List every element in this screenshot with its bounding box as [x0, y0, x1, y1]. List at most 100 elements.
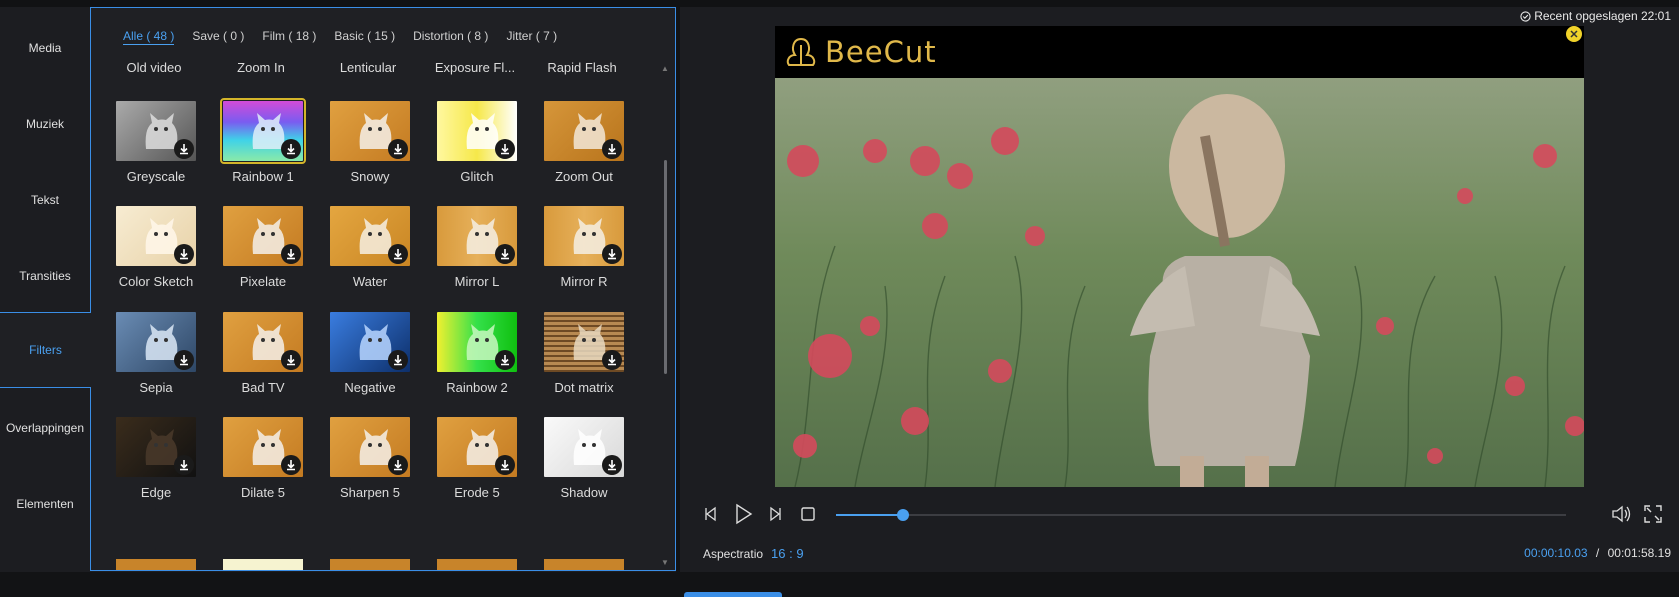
tab-distortion[interactable]: Distortion ( 8 ): [413, 29, 488, 45]
download-icon[interactable]: [495, 455, 515, 475]
sidebar-item-elementen[interactable]: Elementen: [0, 466, 90, 542]
fullscreen-icon[interactable]: [1642, 503, 1664, 525]
download-icon[interactable]: [388, 244, 408, 264]
filter-thumbnail[interactable]: [544, 206, 624, 266]
sidebar-item-label: Tekst: [30, 193, 59, 207]
bottom-accent-button[interactable]: [684, 592, 782, 597]
filter-thumb-partial[interactable]: [437, 559, 517, 570]
filter-label[interactable]: Greyscale: [96, 169, 216, 184]
filter-label[interactable]: Bad TV: [203, 380, 323, 395]
filter-label-lenticular[interactable]: Lenticular: [308, 60, 428, 75]
download-icon[interactable]: [281, 139, 301, 159]
tab-film[interactable]: Film ( 18 ): [262, 29, 316, 45]
filter-thumbnail[interactable]: [544, 312, 624, 372]
filter-label-rapid-flash[interactable]: Rapid Flash: [522, 60, 642, 75]
filter-thumbnail[interactable]: [220, 98, 306, 164]
download-icon[interactable]: [388, 139, 408, 159]
download-icon[interactable]: [281, 455, 301, 475]
sidebar-item-transities[interactable]: Transities: [0, 238, 90, 314]
filter-label-zoom-in[interactable]: Zoom In: [201, 60, 321, 75]
filter-label[interactable]: Water: [310, 274, 430, 289]
filter-thumbnail[interactable]: [544, 417, 624, 477]
filter-label[interactable]: Erode 5: [417, 485, 537, 500]
progress-handle[interactable]: [897, 509, 910, 521]
video-preview[interactable]: BeeCut ✕: [775, 26, 1584, 487]
filter-label[interactable]: Edge: [96, 485, 216, 500]
filter-label[interactable]: Glitch: [417, 169, 537, 184]
play-icon[interactable]: [732, 503, 754, 525]
filter-thumbnail[interactable]: [437, 312, 517, 372]
filter-thumbnail[interactable]: [116, 206, 196, 266]
download-icon[interactable]: [602, 350, 622, 370]
download-icon[interactable]: [602, 455, 622, 475]
filter-thumbnail[interactable]: [544, 101, 624, 161]
tab-alle[interactable]: Alle ( 48 ): [123, 29, 175, 45]
tab-save[interactable]: Save ( 0 ): [192, 29, 244, 45]
filter-thumbnail[interactable]: [330, 312, 410, 372]
time-display: 00:00:10.03 / 00:01:58.19: [1524, 546, 1671, 560]
filter-thumbnail[interactable]: [116, 312, 196, 372]
filter-thumb-partial[interactable]: [116, 559, 196, 570]
filter-label[interactable]: Dot matrix: [524, 380, 644, 395]
download-icon[interactable]: [495, 139, 515, 159]
filter-thumb-partial[interactable]: [330, 559, 410, 570]
sidebar-item-overlappingen[interactable]: Overlappingen: [0, 390, 90, 466]
filter-thumbnail[interactable]: [437, 101, 517, 161]
filter-label[interactable]: Sepia: [96, 380, 216, 395]
filter-thumbnail[interactable]: [116, 417, 196, 477]
download-icon[interactable]: [388, 455, 408, 475]
tab-jitter[interactable]: Jitter ( 7 ): [506, 29, 557, 45]
volume-icon[interactable]: [1610, 503, 1632, 525]
next-frame-icon[interactable]: [764, 503, 786, 525]
filter-thumbnail[interactable]: [116, 101, 196, 161]
download-icon[interactable]: [281, 350, 301, 370]
filter-label[interactable]: Mirror R: [524, 274, 644, 289]
filter-thumb-partial[interactable]: [223, 559, 303, 570]
download-icon[interactable]: [602, 244, 622, 264]
close-icon[interactable]: ✕: [1566, 26, 1582, 42]
filter-thumbnail[interactable]: [330, 101, 410, 161]
download-icon[interactable]: [495, 244, 515, 264]
filter-label[interactable]: Color Sketch: [96, 274, 216, 289]
filter-thumbnail[interactable]: [330, 206, 410, 266]
download-icon[interactable]: [281, 244, 301, 264]
filter-label[interactable]: Sharpen 5: [310, 485, 430, 500]
filter-thumbnail[interactable]: [437, 417, 517, 477]
prev-frame-icon[interactable]: [700, 503, 722, 525]
filter-thumb-partial[interactable]: [544, 559, 624, 570]
filter-label[interactable]: Pixelate: [203, 274, 323, 289]
progress-track[interactable]: [836, 514, 1566, 516]
sidebar-item-media[interactable]: Media: [0, 10, 90, 86]
download-icon[interactable]: [174, 455, 194, 475]
download-icon[interactable]: [602, 139, 622, 159]
download-icon[interactable]: [174, 139, 194, 159]
scroll-up-icon[interactable]: ▲: [661, 64, 671, 74]
filter-label[interactable]: Rainbow 1: [203, 169, 323, 184]
tab-basic[interactable]: Basic ( 15 ): [334, 29, 395, 45]
filter-label[interactable]: Zoom Out: [524, 169, 644, 184]
download-icon[interactable]: [495, 350, 515, 370]
filter-label[interactable]: Snowy: [310, 169, 430, 184]
scrollbar-thumb[interactable]: [664, 160, 667, 374]
filter-thumbnail[interactable]: [437, 206, 517, 266]
scroll-down-icon[interactable]: ▼: [661, 558, 671, 568]
filter-label[interactable]: Shadow: [524, 485, 644, 500]
filter-label[interactable]: Rainbow 2: [417, 380, 537, 395]
filter-thumbnail[interactable]: [330, 417, 410, 477]
sidebar-item-muziek[interactable]: Muziek: [0, 86, 90, 162]
filter-thumbnail[interactable]: [223, 206, 303, 266]
filter-thumbnail[interactable]: [223, 417, 303, 477]
filter-label[interactable]: Mirror L: [417, 274, 537, 289]
filter-label-exposure-flash[interactable]: Exposure Fl...: [415, 60, 535, 75]
download-icon[interactable]: [174, 350, 194, 370]
sidebar-item-tekst[interactable]: Tekst: [0, 162, 90, 238]
filter-label[interactable]: Dilate 5: [203, 485, 323, 500]
aspect-ratio-value[interactable]: 16 : 9: [771, 546, 804, 561]
stop-icon[interactable]: [797, 503, 819, 525]
download-icon[interactable]: [174, 244, 194, 264]
filter-label-old-video[interactable]: Old video: [94, 60, 214, 75]
sidebar-item-filters[interactable]: Filters: [0, 312, 91, 388]
filter-thumbnail[interactable]: [223, 312, 303, 372]
download-icon[interactable]: [388, 350, 408, 370]
filter-label[interactable]: Negative: [310, 380, 430, 395]
